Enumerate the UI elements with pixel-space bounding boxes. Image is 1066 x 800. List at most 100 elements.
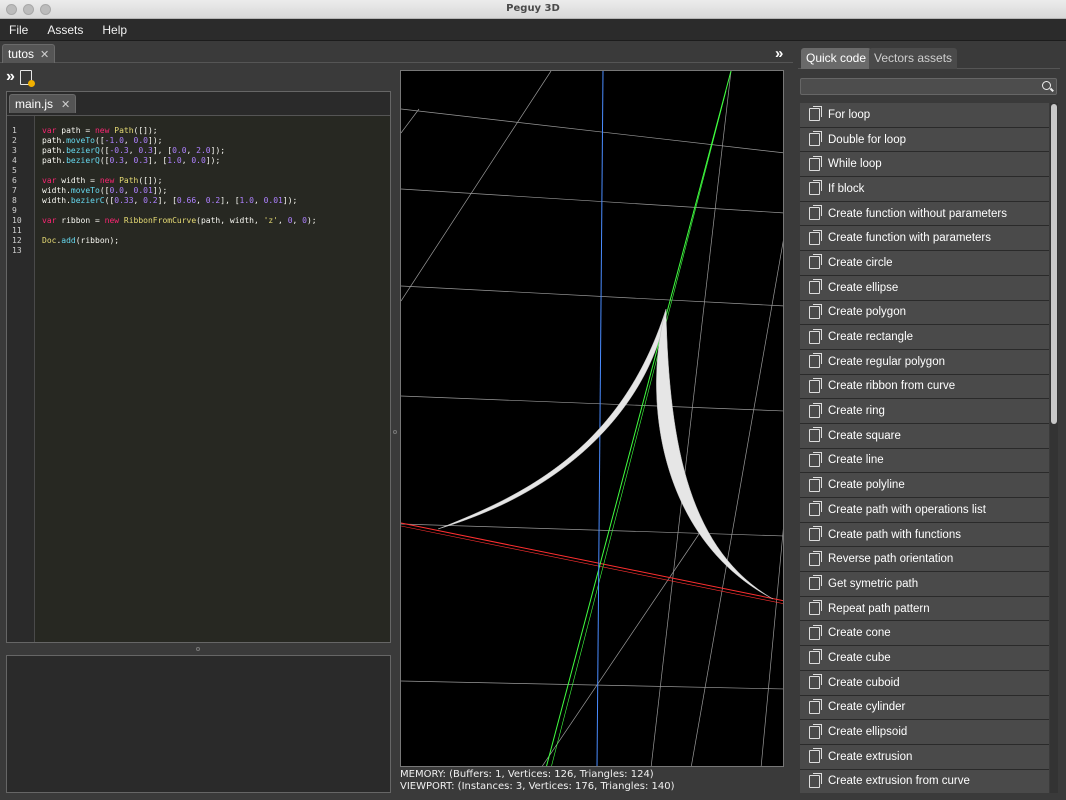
snippet-item[interactable]: Create line: [800, 448, 1049, 474]
ribbon-left-segment: [437, 308, 667, 530]
code-token: 2.0: [196, 146, 211, 155]
splitter-handle[interactable]: [393, 430, 397, 434]
code-token: ,: [196, 196, 206, 205]
snippet-item[interactable]: Create path with functions: [800, 522, 1049, 548]
snippet-item[interactable]: Create ellipse: [800, 275, 1049, 301]
snippet-item[interactable]: Create cuboid: [800, 670, 1049, 696]
snippet-item[interactable]: Create circle: [800, 251, 1049, 276]
line-number: 4: [12, 156, 17, 165]
snippet-item[interactable]: Create function with parameters: [800, 226, 1049, 252]
3d-viewport[interactable]: [400, 70, 784, 767]
snippet-item[interactable]: Get symetric path: [800, 572, 1049, 597]
snippet-item[interactable]: Double for loop: [800, 127, 1049, 153]
snippet-item[interactable]: Reverse path orientation: [800, 547, 1049, 573]
document-copy-icon: [809, 427, 822, 443]
snippet-label: If block: [828, 182, 865, 195]
snippet-item[interactable]: Create ring: [800, 399, 1049, 424]
code-token: ,: [123, 156, 134, 165]
snippet-item[interactable]: If block: [800, 177, 1049, 202]
code-token: width.: [42, 196, 71, 205]
tab-main-js[interactable]: main.js ✕: [9, 94, 77, 113]
line-number: 9: [12, 206, 17, 215]
line-number: 6: [12, 176, 17, 185]
double-chevron-right-icon[interactable]: »: [775, 45, 783, 62]
snippet-item[interactable]: Create cube: [800, 646, 1049, 671]
snippet-item[interactable]: Create function without parameters: [800, 201, 1049, 227]
menu-assets[interactable]: Assets: [41, 23, 89, 37]
tab-quick-code[interactable]: Quick code: [801, 48, 872, 69]
run-icon[interactable]: »: [6, 68, 15, 86]
document-copy-icon: [809, 377, 822, 393]
document-copy-icon: [809, 723, 822, 739]
close-icon[interactable]: ✕: [61, 98, 70, 111]
code-token: path =: [56, 126, 95, 135]
snippet-item[interactable]: Create ribbon from curve: [800, 374, 1049, 400]
menu-file[interactable]: File: [3, 23, 34, 37]
tab-tutos-label: tutos: [8, 47, 35, 61]
snippet-label: Create square: [828, 429, 901, 442]
menu-help[interactable]: Help: [96, 23, 133, 37]
line-number: 3: [12, 146, 17, 155]
console-output[interactable]: [6, 655, 391, 793]
snippet-item[interactable]: For loop: [800, 103, 1049, 128]
snippet-item[interactable]: Create polyline: [800, 473, 1049, 498]
code-token: ]);: [210, 146, 226, 155]
scrollbar-thumb[interactable]: [1051, 104, 1057, 424]
code-token: width =: [56, 176, 100, 185]
memory-status: MEMORY: (Buffers: 1, Vertices: 126, Tria…: [400, 769, 654, 780]
code-token: ,: [128, 146, 139, 155]
code-line: path.bezierQ([0.3, 0.3], [1.0, 0.0]);: [42, 156, 220, 166]
snippet-item[interactable]: Repeat path pattern: [800, 596, 1049, 622]
snippet-item[interactable]: Create cone: [800, 621, 1049, 647]
title-bar: Peguy 3D: [0, 0, 1066, 19]
code-token: var: [42, 176, 57, 185]
snippet-item[interactable]: Create path with operations list: [800, 498, 1049, 523]
code-token: ], [: [152, 146, 173, 155]
document-copy-icon: [809, 303, 822, 319]
line-number-gutter: 1 2 3 4 5 6 7 8 9 10 11 12 13: [7, 116, 35, 642]
code-token: ], [: [220, 196, 240, 205]
code-token: 0.0: [191, 156, 206, 165]
document-copy-icon: [809, 451, 822, 467]
splitter-handle[interactable]: [196, 647, 200, 651]
snippet-label: Create extrusion from curve: [828, 775, 970, 788]
tab-tutos[interactable]: tutos ✕: [2, 44, 56, 63]
code-line: var path = new Path([]);: [42, 126, 158, 136]
snippet-item[interactable]: While loop: [800, 152, 1049, 178]
document-copy-icon: [809, 600, 822, 616]
snippet-item[interactable]: Create extrusion: [800, 744, 1049, 770]
snippet-scrollbar[interactable]: [1050, 103, 1058, 793]
document-copy-icon: [809, 229, 822, 245]
snippet-label: Create rectangle: [828, 331, 914, 344]
code-token: 0.01: [263, 196, 283, 205]
document-copy-icon: [809, 674, 822, 690]
search-input[interactable]: [800, 78, 1057, 95]
snippet-label: Create ribbon from curve: [828, 380, 956, 393]
close-icon[interactable]: ✕: [40, 48, 49, 61]
document-copy-icon: [809, 353, 822, 369]
snippet-item[interactable]: Create square: [800, 423, 1049, 449]
new-file-icon[interactable]: [19, 69, 35, 87]
snippet-item[interactable]: Create polygon: [800, 300, 1049, 326]
code-area[interactable]: 1 2 3 4 5 6 7 8 9 10 11 12 13 var path = new Path([]…: [7, 115, 390, 642]
snippet-label: Create polyline: [828, 479, 905, 492]
tab-vectors-assets[interactable]: Vectors assets: [869, 48, 958, 69]
snippet-item[interactable]: Create extrusion from curve: [800, 769, 1049, 793]
document-copy-icon: [809, 649, 822, 665]
code-token: );: [306, 216, 317, 225]
code-token: width.: [42, 186, 71, 195]
snippet-item[interactable]: Create ellipsoid: [800, 720, 1049, 745]
snippet-label: Get symetric path: [828, 577, 919, 590]
line-number: 7: [12, 186, 17, 195]
line-number: 2: [12, 136, 17, 145]
snippet-item[interactable]: Create regular polygon: [800, 349, 1049, 375]
search-icon[interactable]: [1042, 81, 1051, 90]
snippet-label: Create extrusion: [828, 750, 913, 763]
document-copy-icon: [809, 131, 822, 147]
snippet-label: Create function with parameters: [828, 232, 991, 245]
code-token: ,: [133, 196, 144, 205]
snippet-item[interactable]: Create rectangle: [800, 325, 1049, 350]
snippet-item[interactable]: Create cylinder: [800, 695, 1049, 721]
code-token: Path: [119, 176, 139, 185]
document-copy-icon: [809, 501, 822, 517]
